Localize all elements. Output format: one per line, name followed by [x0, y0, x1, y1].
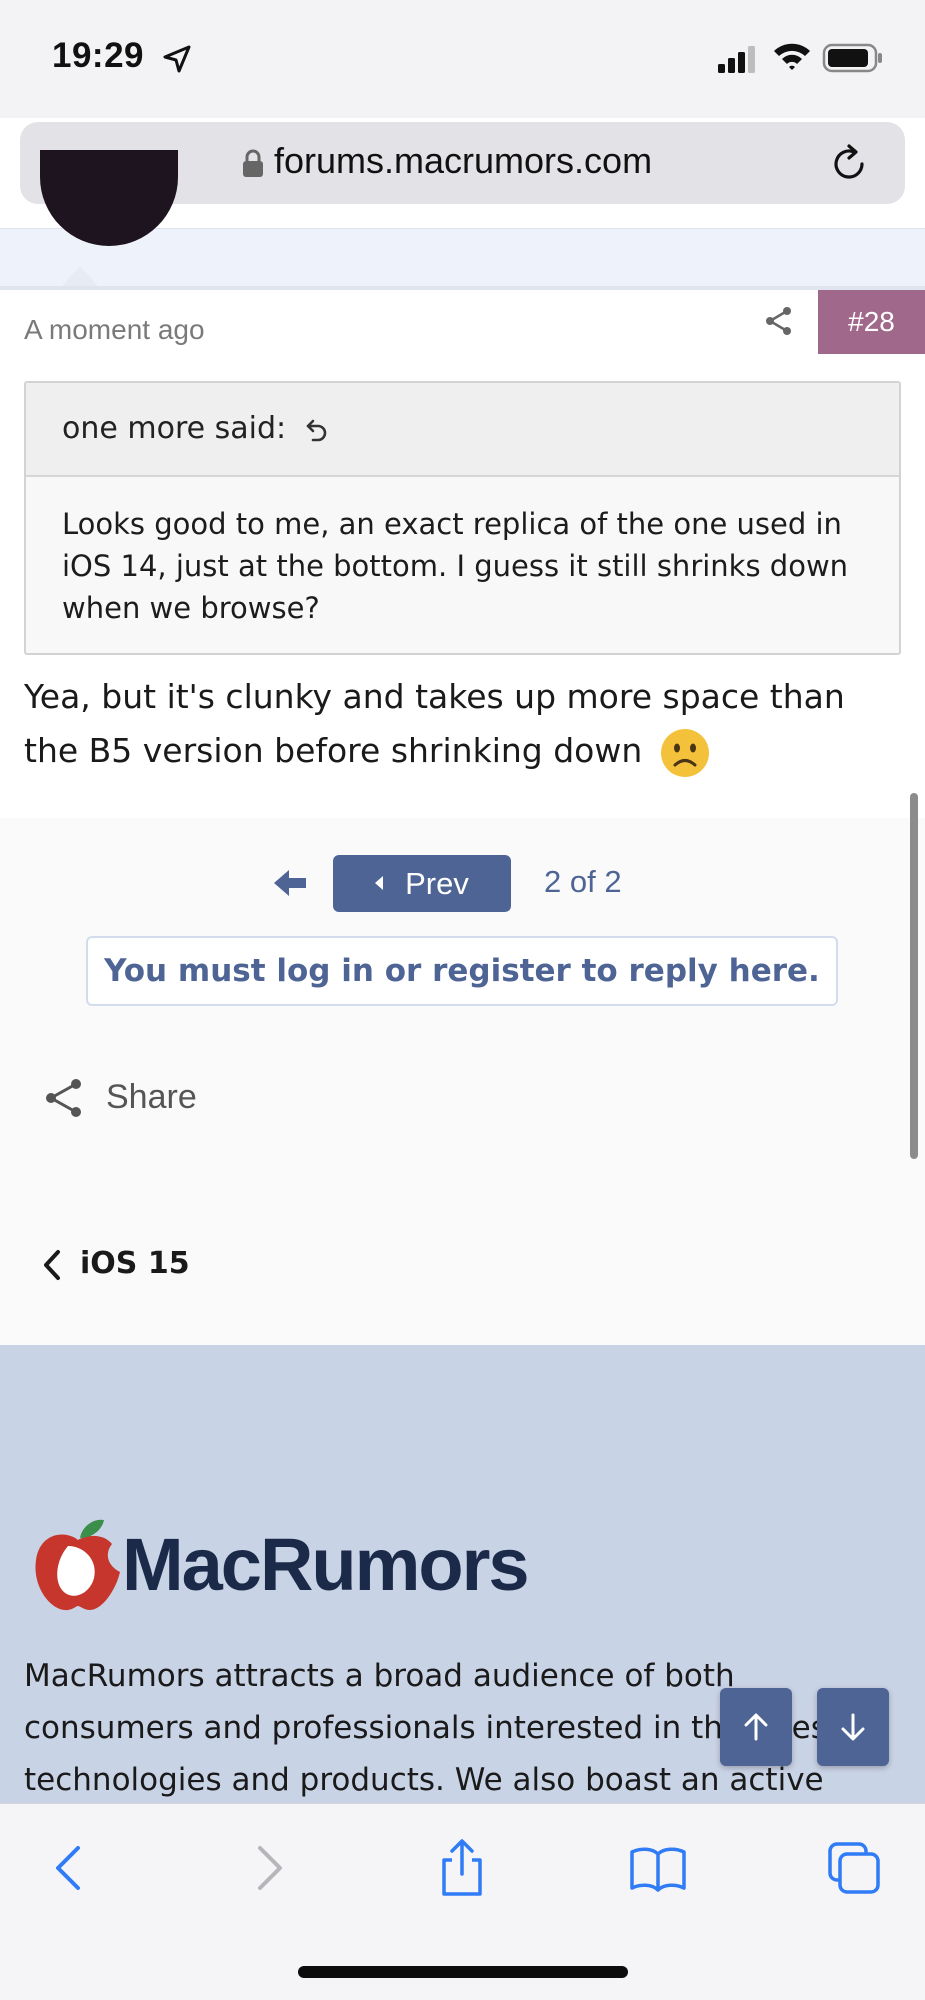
location-arrow-icon: [163, 45, 191, 73]
post-number[interactable]: #28: [818, 290, 925, 354]
page-indicator[interactable]: 2 of 2: [544, 864, 622, 900]
post-pointer: [62, 266, 98, 286]
url-domain[interactable]: forums.macrumors.com: [274, 140, 652, 182]
tabs-icon[interactable]: [824, 1838, 884, 1898]
bookmarks-book-icon[interactable]: [628, 1838, 688, 1898]
status-time: 19:29: [52, 36, 145, 75]
share-button[interactable]: Share: [106, 1078, 197, 1117]
scroll-to-top-button[interactable]: [720, 1688, 792, 1766]
wifi-icon: [774, 43, 810, 70]
battery-icon: [822, 43, 882, 73]
post-body: Yea, but it's clunky and takes up more s…: [24, 670, 904, 779]
lock-icon: [243, 149, 263, 177]
home-indicator[interactable]: [298, 1966, 628, 1978]
share-icon[interactable]: [762, 304, 796, 338]
share-box-icon[interactable]: [432, 1838, 492, 1898]
macrumors-logo[interactable]: MacRumors: [122, 1522, 530, 1607]
scroll-to-bottom-button[interactable]: [817, 1688, 889, 1766]
reload-icon[interactable]: [828, 142, 870, 184]
chevron-left-icon[interactable]: [40, 1248, 64, 1282]
arrow-down-icon: [841, 1713, 865, 1741]
frowning-face-icon: [660, 728, 709, 777]
caret-left-icon: [375, 875, 384, 890]
browser-forward-icon[interactable]: [238, 1838, 298, 1898]
divider: [0, 286, 925, 290]
share-icon[interactable]: [42, 1076, 86, 1120]
quote-author: one more said:: [62, 411, 287, 446]
quote-header[interactable]: one more said:: [26, 383, 899, 477]
status-bar: 19:29: [0, 0, 925, 118]
arrow-up-icon: [744, 1713, 768, 1741]
prev-page-button[interactable]: Prev: [333, 855, 511, 912]
post-timestamp[interactable]: A moment ago: [24, 314, 205, 346]
back-arrow-icon[interactable]: [272, 866, 308, 900]
reply-arrow-icon[interactable]: [304, 417, 330, 443]
browser-back-icon[interactable]: [40, 1838, 100, 1898]
scrollbar[interactable]: [910, 793, 918, 1159]
post-body-text: Yea, but it's clunky and takes up more s…: [24, 677, 845, 770]
quote-block: one more said: Looks good to me, an exac…: [24, 381, 901, 655]
prev-page-label: Prev: [405, 866, 469, 901]
login-register-link[interactable]: You must log in or register to reply her…: [86, 936, 838, 1006]
macrumors-apple-logo-icon: [35, 1519, 120, 1611]
quote-text: Looks good to me, an exact replica of th…: [62, 507, 849, 625]
breadcrumb-forum-link[interactable]: iOS 15: [80, 1246, 190, 1281]
cellular-signal-icon: [718, 46, 755, 73]
